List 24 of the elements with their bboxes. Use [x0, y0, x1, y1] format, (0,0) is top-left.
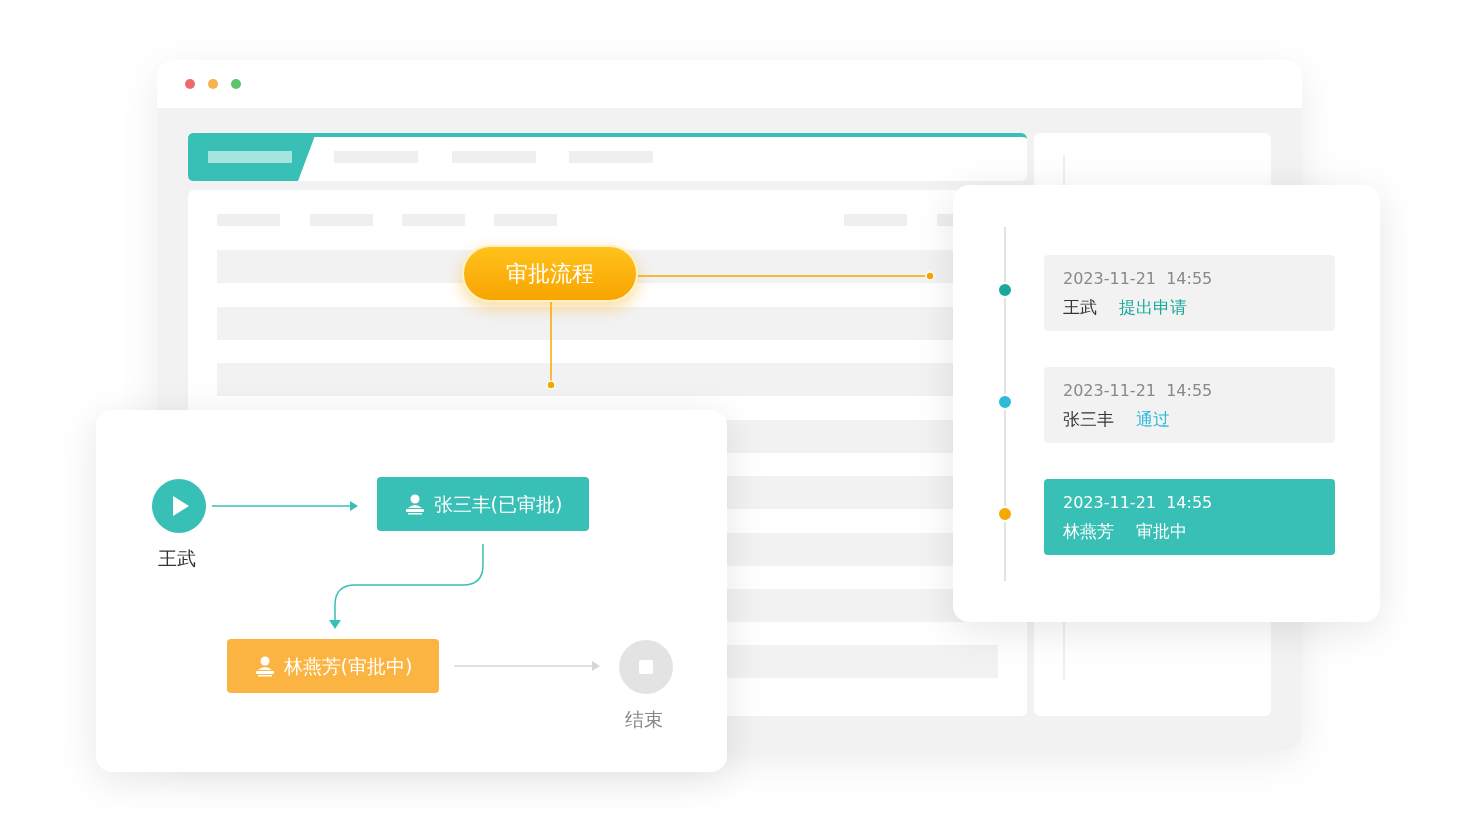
stamp-person-icon: [403, 493, 426, 515]
stamp-person-icon: [253, 655, 276, 677]
stop-icon[interactable]: [618, 639, 674, 695]
start-label: 王武: [158, 546, 196, 571]
active-tab[interactable]: [188, 133, 316, 181]
end-label: 结束: [625, 707, 663, 732]
node-label: 张三丰(已审批): [433, 491, 563, 517]
timeline-entry[interactable]: 2023-11-21 14:55 王武 提出申请: [1044, 255, 1335, 331]
entry-name: 王武: [1063, 296, 1097, 319]
entry-action: 审批中: [1136, 520, 1187, 543]
entry-time: 2023-11-21 14:55: [1063, 380, 1214, 402]
entry-action: 通过: [1136, 408, 1170, 431]
flow-badge: 审批流程: [462, 245, 638, 302]
approver-node[interactable]: 张三丰(已审批): [377, 477, 589, 531]
timeline-entry[interactable]: 2023-11-21 14:55 林燕芳 审批中: [1044, 479, 1335, 555]
play-icon[interactable]: [151, 478, 207, 534]
entry-name: 张三丰: [1063, 408, 1114, 431]
node-label: 林燕芳(审批中): [283, 653, 413, 679]
approver-node[interactable]: 林燕芳(审批中): [227, 639, 439, 693]
timeline-entry[interactable]: 2023-11-21 14:55 张三丰 通过: [1044, 367, 1335, 443]
entry-action: 提出申请: [1119, 296, 1187, 319]
entry-time: 2023-11-21 14:55: [1063, 268, 1214, 290]
entry-name: 林燕芳: [1063, 520, 1114, 543]
entry-time: 2023-11-21 14:55: [1063, 492, 1214, 514]
